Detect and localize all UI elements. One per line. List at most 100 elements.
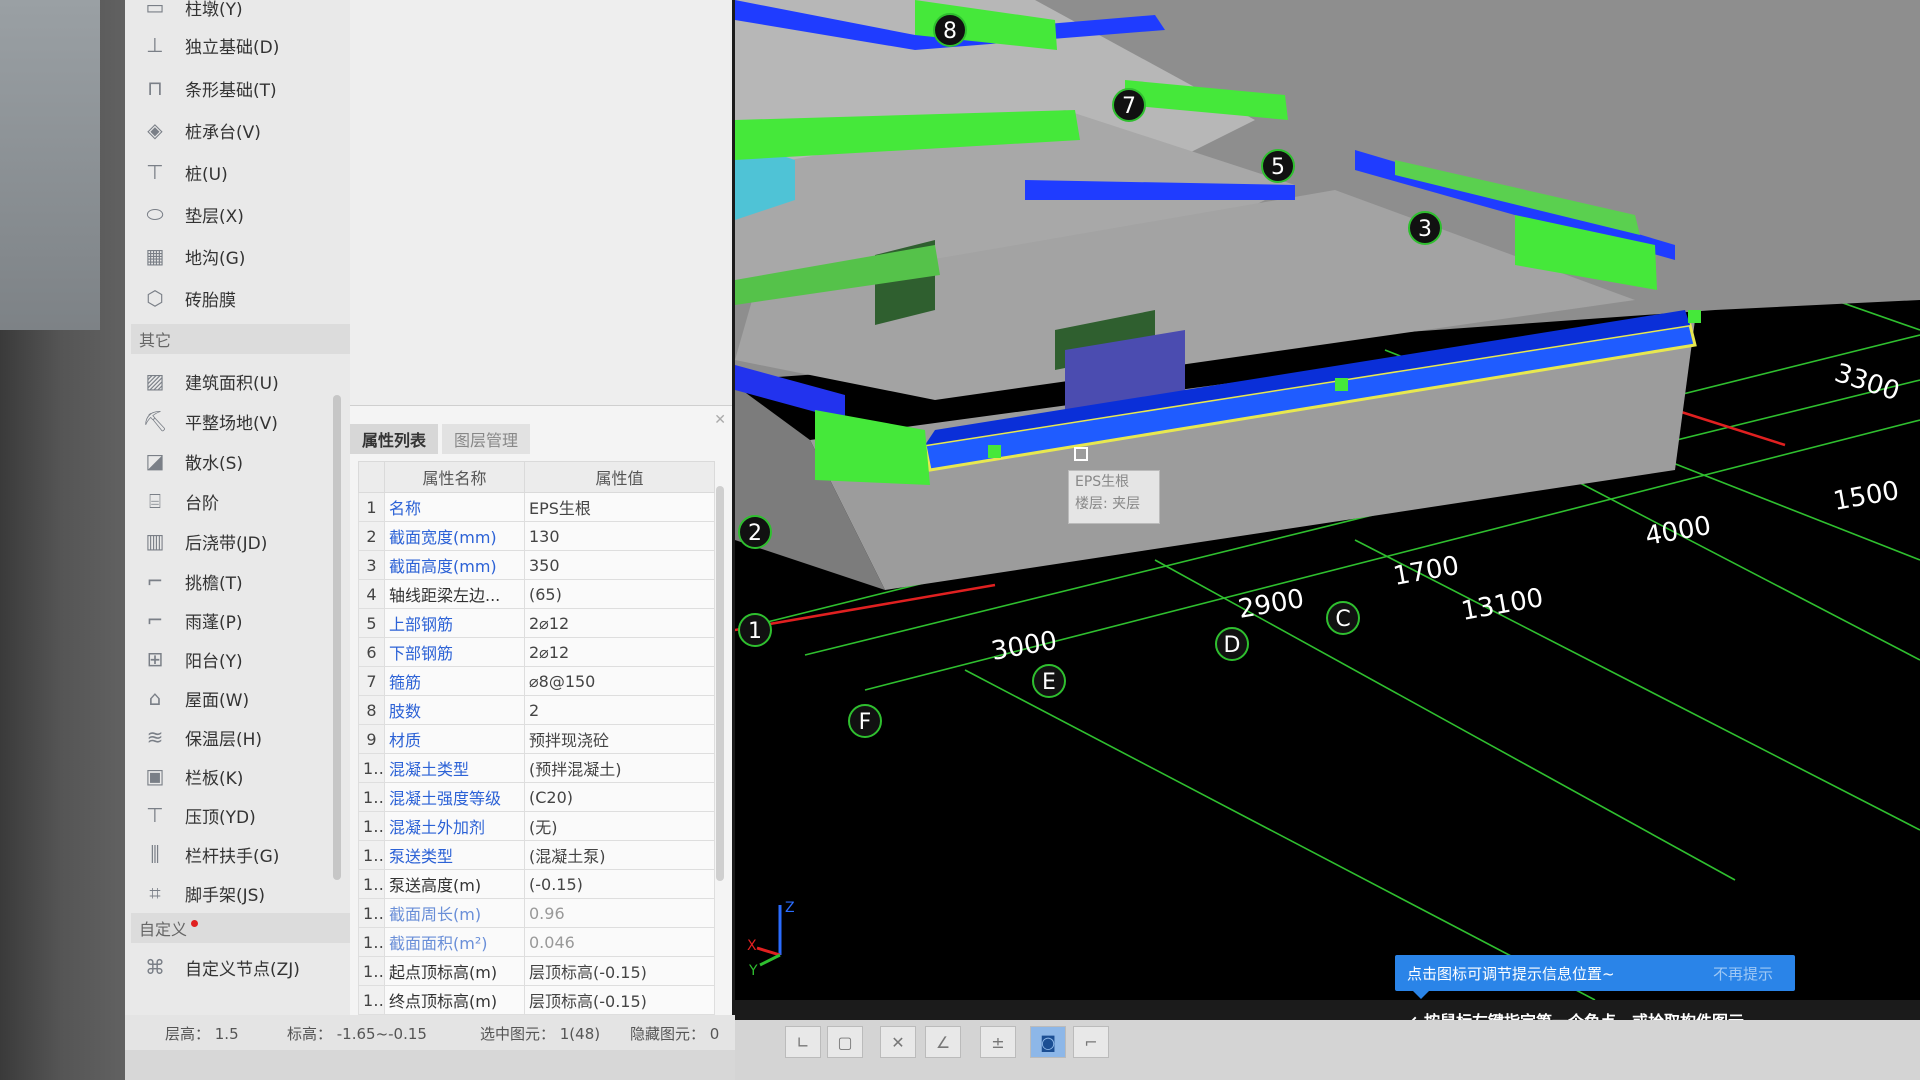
property-row[interactable]: 17 起点顶标高(m) 层顶标高(-0.15) (358, 956, 715, 986)
property-row[interactable]: 4 轴线距梁左边... (65) (358, 579, 715, 609)
property-value[interactable]: 0.96 (524, 898, 715, 928)
sidebar-group-custom[interactable]: 自定义 (131, 913, 354, 943)
property-value[interactable]: 2⌀12 (524, 608, 715, 638)
sidebar-item-label: 压顶(YD) (185, 807, 256, 828)
dimension-label: 1500 (1831, 476, 1901, 517)
property-value[interactable]: (无) (524, 811, 715, 841)
property-row[interactable]: 2 截面宽度(mm) 130 (358, 521, 715, 551)
beam-mid-grip[interactable] (1335, 378, 1348, 391)
object-snap-button[interactable]: ◙ (1030, 1026, 1066, 1058)
axis-bubble-label: F (859, 710, 872, 735)
beam-end-grip[interactable] (1688, 310, 1701, 323)
row-index: 8 (358, 695, 385, 725)
sidebar-item-pile[interactable]: ⊤ 桩(U) (139, 155, 344, 189)
sidebar-item-trench[interactable]: ▦ 地沟(G) (139, 239, 344, 273)
insulation-icon: ≋ (146, 725, 164, 749)
sidebar-item-insulation[interactable]: ≋ 保温层(H) (139, 720, 344, 754)
axis-bubble: 7 (1112, 88, 1146, 122)
property-row[interactable]: 14 泵送高度(m) (-0.15) (358, 869, 715, 899)
angle-snap-button[interactable]: ∠ (925, 1026, 961, 1058)
sidebar-item-label: 阳台(Y) (185, 651, 243, 672)
property-value[interactable]: (65) (524, 579, 715, 609)
sidebar-item-pile-cap[interactable]: ◈ 桩承台(V) (139, 113, 344, 147)
property-value[interactable]: 130 (524, 521, 715, 551)
property-row[interactable]: 18 终点顶标高(m) 层顶标高(-0.15) (358, 985, 715, 1015)
property-value[interactable]: 2⌀12 (524, 637, 715, 667)
property-value[interactable]: (C20) (524, 782, 715, 812)
property-row[interactable]: 12 混凝土外加剂 (无) (358, 811, 715, 841)
offset-snap-button[interactable]: ± (980, 1026, 1016, 1058)
property-value[interactable]: (混凝土泵) (524, 840, 715, 870)
property-row[interactable]: 6 下部钢筋 2⌀12 (358, 637, 715, 667)
property-row[interactable]: 16 截面面积(m²) 0.046 (358, 927, 715, 957)
property-value[interactable]: 0.046 (524, 927, 715, 957)
property-row[interactable]: 13 泵送类型 (混凝土泵) (358, 840, 715, 870)
row-index: 12 (358, 811, 385, 841)
sidebar-item-canopy[interactable]: ⌐ 雨蓬(P) (139, 603, 344, 637)
property-value[interactable]: (预拌混凝土) (524, 753, 715, 783)
sidebar-item-coping[interactable]: ⊤ 压顶(YD) (139, 798, 344, 832)
property-value[interactable]: 层顶标高(-0.15) (524, 985, 715, 1015)
property-name: 泵送高度(m) (384, 869, 525, 899)
property-scrollbar[interactable] (716, 486, 724, 881)
hint-popup-text: 点击图标可调节提示信息位置~ (1407, 964, 1615, 983)
sidebar-item-brick-mold[interactable]: ⬡ 砖胎膜 (139, 281, 344, 315)
svg-text:X: X (747, 938, 757, 954)
model-viewport-3d[interactable]: 8753CDEF21 3300 1500 4000 1700 2900 13100 3000… (735, 0, 1920, 1000)
beam-start-grip[interactable] (988, 445, 1001, 458)
hint-popup[interactable]: 点击图标可调节提示信息位置~ 不再提示 (1395, 955, 1795, 999)
sidebar-group-other[interactable]: 其它 (131, 324, 354, 354)
panel-tabs: 属性列表 图层管理 (350, 424, 732, 458)
x-axis-line (735, 583, 996, 632)
sidebar-item-post-cast-strip[interactable]: ▥ 后浇带(JD) (139, 524, 344, 558)
tab-layer-management[interactable]: 图层管理 (442, 424, 531, 454)
sidebar-item-eaves[interactable]: ⌐ 挑檐(T) (139, 564, 344, 598)
sidebar-item-isolated-footing[interactable]: ⊥ 独立基础(D) (139, 28, 344, 62)
box-select-button[interactable]: ▢ (827, 1026, 863, 1058)
sidebar-item-column-pier[interactable]: ▭ 柱墩(Y) (139, 0, 344, 24)
property-value[interactable]: EPS生根 (524, 492, 715, 522)
property-value[interactable]: ⌀8@150 (524, 666, 715, 696)
sidebar-item-railing[interactable]: ⫼ 栏杆扶手(G) (139, 837, 344, 871)
sidebar-item-cushion-layer[interactable]: ⬭ 垫层(X) (139, 197, 344, 231)
polar-snap-button[interactable]: ⌐ (1073, 1026, 1109, 1058)
sidebar-item-custom-node[interactable]: ⌘ 自定义节点(ZJ) (139, 950, 344, 984)
property-value[interactable]: 预拌现浇砼 (524, 724, 715, 754)
sidebar-item-balcony[interactable]: ⊞ 阳台(Y) (139, 642, 344, 676)
property-name: 泵送类型 (384, 840, 525, 870)
ortho-snap-button[interactable]: ∟ (785, 1026, 821, 1058)
property-row[interactable]: 10 混凝土类型 (预拌混凝土) (358, 753, 715, 783)
sidebar-item-label: 平整场地(V) (185, 413, 278, 434)
property-value[interactable]: 层顶标高(-0.15) (524, 956, 715, 986)
tab-property-list[interactable]: 属性列表 (350, 424, 439, 454)
property-value[interactable]: 2 (524, 695, 715, 725)
coordinate-axis-triad: Z X Y (747, 900, 795, 979)
sidebar-item-label: 条形基础(T) (185, 80, 277, 101)
cross-snap-button[interactable]: ✕ (880, 1026, 916, 1058)
sidebar-item-parapet[interactable]: ▣ 栏板(K) (139, 759, 344, 793)
property-row[interactable]: 5 上部钢筋 2⌀12 (358, 608, 715, 638)
property-panel: ✕ 属性列表 图层管理 属性名称 属性值 1 名称 EPS生根 2 截面宽度(mm) 13… (350, 405, 732, 1016)
sidebar-item-scaffold[interactable]: ⌗ 脚手架(JS) (139, 876, 344, 910)
sidebar-item-roof[interactable]: ⌂ 屋面(W) (139, 681, 344, 715)
object-snap-icon: ◙ (1040, 1032, 1056, 1052)
sidebar-item-strip-footing[interactable]: ⊓ 条形基础(T) (139, 71, 344, 105)
property-row[interactable]: 11 混凝土强度等级 (C20) (358, 782, 715, 812)
property-value[interactable]: (-0.15) (524, 869, 715, 899)
dont-show-again-link[interactable]: 不再提示 (1713, 963, 1773, 984)
property-value[interactable]: 350 (524, 550, 715, 580)
row-index: 5 (358, 608, 385, 638)
sidebar-item-site-leveling[interactable]: ⛏ 平整场地(V) (139, 404, 344, 438)
property-row[interactable]: 9 材质 预拌现浇砼 (358, 724, 715, 754)
sidebar-item-steps[interactable]: ⌸ 台阶 (139, 484, 344, 518)
property-row[interactable]: 3 截面高度(mm) 350 (358, 550, 715, 580)
property-row[interactable]: 15 截面周长(m) 0.96 (358, 898, 715, 928)
model-canvas[interactable]: 8753CDEF21 33001500400017002900 131003000… (735, 0, 1920, 1000)
sidebar-item-apron[interactable]: ◪ 散水(S) (139, 444, 344, 478)
property-row[interactable]: 8 肢数 2 (358, 695, 715, 725)
property-row[interactable]: 7 箍筋 ⌀8@150 (358, 666, 715, 696)
axis-bubble-label: 3 (1418, 217, 1432, 242)
sidebar-scrollbar[interactable] (333, 395, 341, 880)
sidebar-item-building-area[interactable]: ▨ 建筑面积(U) (139, 364, 344, 398)
property-row[interactable]: 1 名称 EPS生根 (358, 492, 715, 522)
